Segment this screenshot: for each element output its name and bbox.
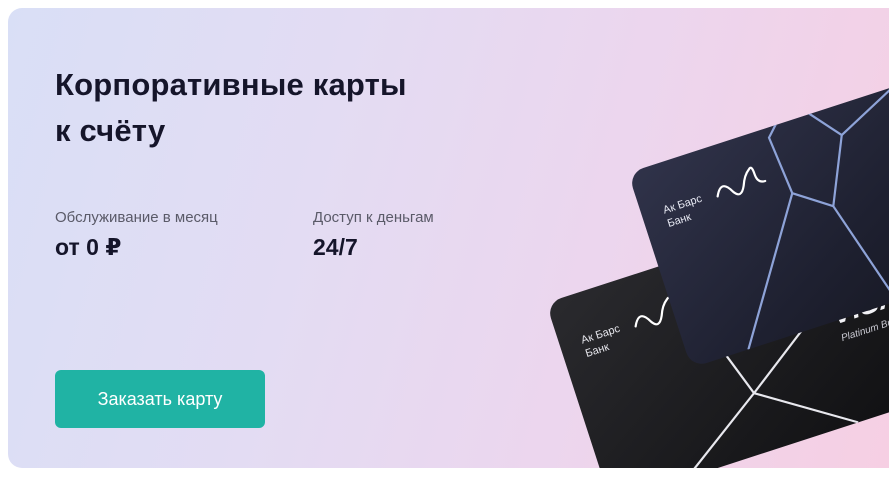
order-card-button[interactable]: Заказать карту: [55, 370, 265, 428]
stat-service-fee-label: Обслуживание в месяц: [55, 209, 218, 226]
stat-money-access: Доступ к деньгам 24/7: [313, 208, 434, 262]
stat-service-fee-value: от 0 ₽: [55, 234, 122, 260]
banner-title-line-1: Корпоративные карты: [55, 67, 407, 102]
stat-money-access-label: Доступ к деньгам: [313, 209, 434, 226]
banner-title: Корпоративные карты к счёту: [55, 62, 525, 154]
stat-service-fee: Обслуживание в месяц от 0 ₽: [55, 208, 218, 262]
corporate-cards-image: Ак Барс Банк VISA Platinum Bu Ак Барс Ба…: [550, 69, 889, 468]
promo-banner: Корпоративные карты к счёту Обслуживание…: [8, 8, 889, 468]
banner-title-line-2: к счёту: [55, 113, 166, 148]
stat-money-access-value: 24/7: [313, 234, 358, 260]
